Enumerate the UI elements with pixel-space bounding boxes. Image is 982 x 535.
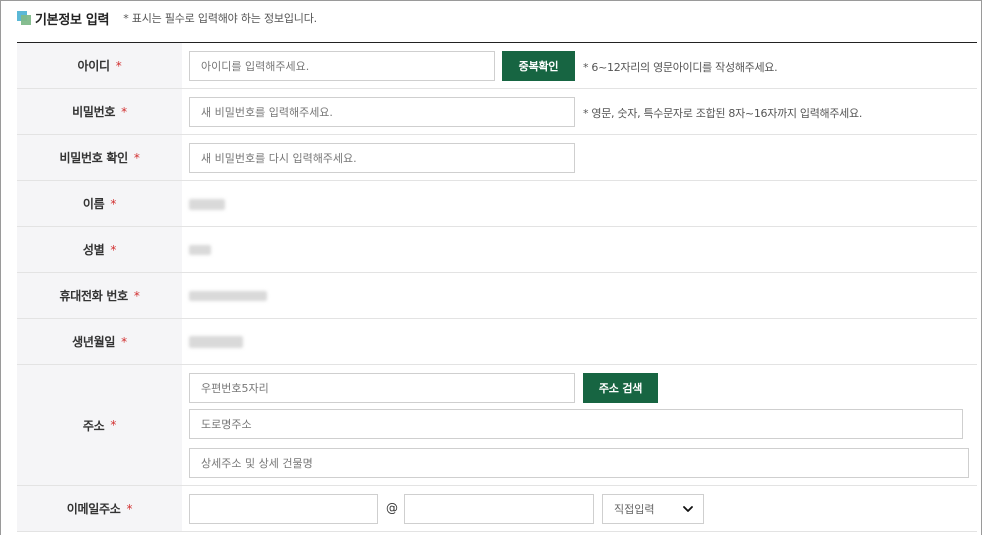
row-email: 이메일주소 * @ 직접입력 bbox=[17, 486, 977, 532]
required-note: * 표시는 필수로 입력해야 하는 정보입니다. bbox=[123, 12, 317, 25]
section-title-icon bbox=[17, 11, 31, 25]
email-domain-input[interactable] bbox=[404, 494, 594, 524]
row-password-confirm: 비밀번호 확인 * bbox=[17, 135, 977, 181]
password-input[interactable] bbox=[189, 97, 575, 127]
required-mark: * bbox=[110, 418, 117, 432]
label-userid: 아이디 * bbox=[17, 43, 182, 88]
address-search-button[interactable]: 주소 검색 bbox=[583, 373, 658, 403]
label-gender: 성별 * bbox=[17, 227, 182, 272]
label-password: 비밀번호 * bbox=[17, 89, 182, 134]
row-gender: 성별 * bbox=[17, 227, 977, 273]
chevron-down-icon bbox=[683, 506, 693, 512]
row-userid: 아이디* 중복확인 * 6~12자리의 영문아이디를 작성해주세요. bbox=[17, 43, 977, 89]
label-phone: 휴대전화 번호 * bbox=[17, 273, 182, 318]
required-mark: * bbox=[121, 104, 127, 119]
email-domain-select-value: 직접입력 bbox=[614, 503, 655, 516]
email-local-input[interactable] bbox=[189, 494, 378, 524]
userid-hint: * 6~12자리의 영문아이디를 작성해주세요. bbox=[583, 61, 778, 74]
birth-value-redacted bbox=[189, 336, 243, 348]
postcode-input[interactable] bbox=[189, 373, 575, 403]
password-confirm-input[interactable] bbox=[189, 143, 575, 173]
password-hint: * 영문, 숫자, 특수문자로 조합된 8자~16자까지 입력해주세요. bbox=[583, 107, 863, 120]
row-password: 비밀번호 * * 영문, 숫자, 특수문자로 조합된 8자~16자까지 입력해주세… bbox=[17, 89, 977, 135]
required-mark: * bbox=[126, 501, 133, 516]
row-address: 주소* 주소 검색 bbox=[17, 365, 977, 486]
phone-value-redacted bbox=[189, 291, 267, 301]
label-email: 이메일주소 * bbox=[17, 486, 182, 531]
section-heading: 기본정보 입력 * 표시는 필수로 입력해야 하는 정보입니다. bbox=[17, 8, 317, 28]
section-title: 기본정보 입력 bbox=[35, 12, 110, 28]
required-mark: * bbox=[121, 334, 127, 349]
label-birth: 생년월일 * bbox=[17, 319, 182, 364]
row-phone: 휴대전화 번호 * bbox=[17, 273, 977, 319]
check-duplicate-button[interactable]: 중복확인 bbox=[502, 51, 575, 81]
label-password-confirm: 비밀번호 확인 * bbox=[17, 135, 182, 180]
required-mark: * bbox=[110, 242, 117, 257]
row-name: 이름 * bbox=[17, 181, 977, 227]
gender-value-redacted bbox=[189, 245, 211, 255]
name-value-redacted bbox=[189, 199, 225, 210]
detail-address-input[interactable] bbox=[189, 448, 969, 478]
road-address-input[interactable] bbox=[189, 409, 963, 439]
required-mark: * bbox=[133, 288, 140, 303]
row-birth: 생년월일 * bbox=[17, 319, 977, 365]
email-domain-select[interactable]: 직접입력 bbox=[602, 494, 704, 524]
email-at-sign: @ bbox=[386, 501, 398, 515]
label-address: 주소 * bbox=[17, 365, 182, 485]
required-mark: * bbox=[133, 150, 140, 165]
required-mark: * bbox=[115, 58, 122, 73]
label-name: 이름 * bbox=[17, 181, 182, 226]
required-mark: * bbox=[110, 196, 117, 211]
userid-input[interactable] bbox=[189, 51, 495, 81]
